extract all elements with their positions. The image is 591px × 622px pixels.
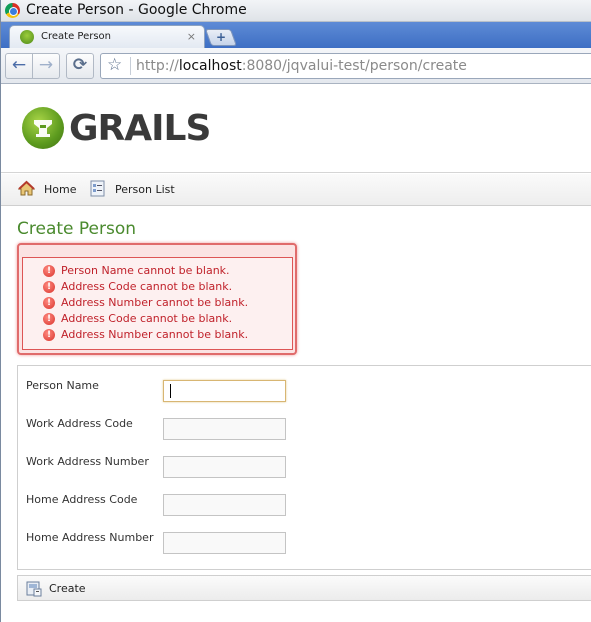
button-bar: Create <box>17 575 591 601</box>
grails-favicon-icon <box>20 30 34 44</box>
work-address-number-label: Work Address Number <box>26 455 149 468</box>
error-message: Address Code cannot be blank. <box>61 312 233 325</box>
home-address-code-input[interactable] <box>163 494 286 516</box>
save-icon[interactable] <box>26 581 42 597</box>
url-text[interactable]: http://localhost:8080/jqvalui-test/perso… <box>136 58 467 74</box>
home-address-number-label: Home Address Number <box>26 531 154 544</box>
error-icon: ! <box>43 329 55 341</box>
error-message: Person Name cannot be blank. <box>61 264 230 277</box>
omnibox-divider <box>130 57 131 75</box>
page-title: Create Person <box>17 219 137 239</box>
page-content: GRAILS Home Person List Create Person ! … <box>1 85 591 622</box>
forward-button[interactable]: → <box>32 53 60 79</box>
home-address-number-input[interactable] <box>163 532 286 554</box>
address-bar[interactable]: ☆ http://localhost:8080/jqvalui-test/per… <box>100 53 591 79</box>
plus-icon: + <box>215 30 227 44</box>
tab-label: Create Person <box>41 31 112 42</box>
error-icon: ! <box>43 281 55 293</box>
tab-strip: Create Person × + <box>1 22 591 48</box>
text-caret <box>170 384 171 398</box>
title-bar: Create Person - Google Chrome <box>1 0 591 22</box>
new-tab-button[interactable]: + <box>204 29 238 46</box>
error-icon: ! <box>43 297 55 309</box>
error-message: Address Code cannot be blank. <box>61 280 233 293</box>
person-name-input[interactable] <box>163 380 286 402</box>
work-address-code-label: Work Address Code <box>26 417 133 430</box>
grails-logo-text[interactable]: GRAILS <box>69 108 211 149</box>
tab-create-person[interactable]: Create Person × <box>9 25 205 48</box>
url-host: localhost <box>178 58 242 74</box>
person-name-label: Person Name <box>26 379 99 392</box>
create-button[interactable]: Create <box>49 582 86 595</box>
url-rest: :8080/jqvalui-test/person/create <box>241 58 467 74</box>
window-title: Create Person - Google Chrome <box>26 2 247 18</box>
grails-logo-icon[interactable] <box>22 107 64 149</box>
nav-person-list-link[interactable]: Person List <box>115 183 175 196</box>
create-person-form: Person Name Work Address Code Work Addre… <box>17 365 591 570</box>
error-message: Address Number cannot be blank. <box>61 328 249 341</box>
bookmark-star-icon[interactable]: ☆ <box>107 55 122 75</box>
tab-close-icon[interactable]: × <box>187 30 196 43</box>
home-icon <box>18 180 35 196</box>
error-list: ! Person Name cannot be blank. ! Address… <box>22 257 293 350</box>
nav-bar: Home Person List <box>1 174 591 206</box>
back-button[interactable]: ← <box>5 53 33 79</box>
url-prefix: http:// <box>136 58 179 74</box>
work-address-number-input[interactable] <box>163 456 286 478</box>
error-icon: ! <box>43 313 55 325</box>
nav-home-link[interactable]: Home <box>44 183 76 196</box>
error-box: ! Person Name cannot be blank. ! Address… <box>17 243 297 355</box>
work-address-code-input[interactable] <box>163 418 286 440</box>
chrome-icon <box>5 3 20 18</box>
browser-window: Create Person - Google Chrome Create Per… <box>0 0 591 622</box>
error-icon: ! <box>43 265 55 277</box>
error-message: Address Number cannot be blank. <box>61 296 249 309</box>
reload-button[interactable]: ⟳ <box>66 53 94 79</box>
browser-toolbar: ← → ⟳ ☆ http://localhost:8080/jqvalui-te… <box>1 48 591 84</box>
list-icon <box>90 180 105 197</box>
logo-header: GRAILS <box>1 85 591 173</box>
home-address-code-label: Home Address Code <box>26 493 138 506</box>
